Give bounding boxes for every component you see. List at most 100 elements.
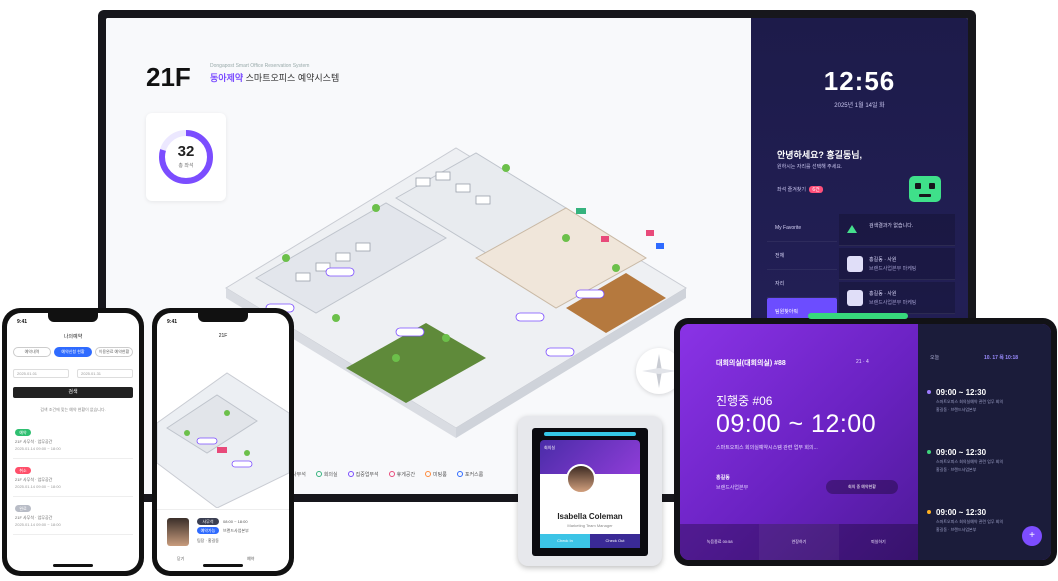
seat-type-badge: 사무석 [197,518,219,525]
slot-dot-icon [927,510,931,514]
access-device: 회의실 Isabella Coleman Marketing Team Mana… [518,416,662,566]
empty-note: 검색 조건에 맞는 예약 현황이 없습니다. [40,407,106,412]
clock: 12:56 [823,66,896,96]
end-recording-button[interactable]: 녹음종료 00:58 [680,524,759,560]
extend-button[interactable]: 연장하기 [759,524,839,560]
schedule-item[interactable]: 09:00 ~ 12:30 스마트오피스 회의실예약 관련 업무 회의 홍길동 … [927,388,1046,413]
seat-photo [167,518,189,546]
system-brand: 동아제약 [210,73,244,83]
status-bar-decor [808,313,908,319]
meeting-status: 진행중 #06 [716,394,773,408]
status-badge: 취소 [15,467,31,474]
status-time: 9:41 [17,319,28,325]
add-reservation-button[interactable]: + [1022,526,1042,546]
list-item[interactable]: 홍길동 · 사원 브랜드사업본부 마케팅 [839,282,955,314]
reserve-button[interactable]: 예약 [247,556,254,562]
legend-item[interactable]: 회의실 [315,471,338,478]
legend-item[interactable]: 포커스룸 [456,471,483,478]
legend-dot-icon [425,471,432,478]
meeting-time: 09:00 ~ 12:00 [716,410,877,438]
page-title: 21F [218,333,228,339]
seat-dept: 브랜드사업본부 [223,528,249,533]
side-menu: My Favorite 전체 자리 팀원찾아줘 [767,214,837,326]
avatar [847,256,863,272]
list-item[interactable]: 완료 21F 사무석 · 업무공간 2025.01.14 09:00 ~ 18:… [13,501,133,535]
schedule-item[interactable]: 09:00 ~ 12:30 스마트오피스 회의실예약 관련 업무 회의 홍길동 … [927,448,1046,473]
slot-dot-icon [927,450,931,454]
home-indicator [203,564,243,567]
greeting-sub: 원하시는 자리를 선택해 주세요. [777,164,843,170]
phone-reservations: 9:41 나의예약 예약내역 예약신청 현황 이용완료 예약현황 2025.01… [2,308,144,576]
favorite-count-badge: 6건 [809,186,823,193]
warning-icon [847,225,857,233]
date-from-field[interactable]: 2025.01.01 [13,369,69,378]
list-item[interactable]: 취소 21F 사무석 · 업무공간 2025.01.14 09:00 ~ 18:… [13,463,133,497]
tab-complete[interactable]: 이용완료 예약현황 [95,347,133,357]
user-name: Isabella Coleman [557,512,623,521]
legend-dot-icon [388,471,395,478]
status-time: 9:41 [167,319,178,325]
menu-all[interactable]: 전체 [767,242,837,270]
list-item[interactable]: 검색결과가 없습니다. [839,214,955,246]
legend-item[interactable]: 휴게공간 [388,471,415,478]
legend-item[interactable]: 집중업무석 [347,471,379,478]
tablet-screen: 대회의실(대회의실) #88 21 · 4 진행중 #06 09:00 ~ 12… [680,324,1051,560]
page-title: 나의예약 [63,334,83,340]
close-button[interactable]: 닫기 [177,556,184,562]
phone-notch [198,313,248,322]
seat-detail-sheet: 사무석 예약가능 08:00 ~ 18:00 브랜드사업본부 팀장 · 홍길동 … [157,509,289,571]
tab-request[interactable]: 예약신청 현황 [54,347,92,357]
seat-status-badge: 예약가능 [197,527,219,534]
room-floor: 21 · 4 [856,359,869,365]
meeting-team: 브랜드사업본부 [716,485,749,491]
schedule-today-label: 오늘 [930,355,940,361]
legend-item[interactable]: 미팅룸 [425,471,447,478]
avatar [847,290,863,306]
list-item[interactable]: 예약 21F 사무석 · 업무공간 2025.01.14 09:00 ~ 18:… [13,425,133,459]
check-in-button[interactable]: Check In [540,534,590,548]
meeting-desc: 스마트오피스 회의실예약시스템 관련 업무 회의... [716,445,818,451]
phone-screen: 9:41 나의예약 예약내역 예약신청 현황 이용완료 예약현황 2025.01… [7,313,139,571]
schedule-panel: 오늘 10. 17 목 10:18 09:00 ~ 12:30 스마트오피스 회… [918,324,1051,560]
avatar [566,464,596,494]
phone-screen: 9:41 21F 사무석 예약가능 08:00 ~ 18:00 브랜드사업본부 … [157,313,289,571]
menu-my-favorite[interactable]: My Favorite [767,214,837,242]
mini-floor-map[interactable] [157,343,289,508]
favorite-list: 검색결과가 없습니다. 홍길동 · 사원 브랜드사업본부 마케팅 홍길동 · 사… [839,214,955,316]
favorite-tag[interactable]: 좌석 즐겨찾기 6건 [777,186,823,193]
status-badge: 예약 [15,429,31,436]
room-name: 대회의실(대회의실) #88 [716,360,786,367]
status-badge: 완료 [15,505,31,512]
legend-dot-icon [456,471,463,478]
product-showcase: 21F Dongapost Smart Office Reservation S… [0,0,1058,581]
greeting: 안녕하세요? 홍길동님, [777,150,863,160]
current-meeting-panel: 대회의실(대회의실) #88 21 · 4 진행중 #06 09:00 ~ 12… [680,324,918,560]
status-light [544,432,636,436]
phone-notch [48,313,98,322]
date-to-field[interactable]: 2025.01.31 [77,369,133,378]
checkout-button[interactable]: 퇴실하기 [839,524,918,560]
check-out-button[interactable]: Check Out [590,534,640,548]
device-header-label: 회의실 [544,445,556,450]
user-role: Marketing Team Manager [567,523,613,528]
system-title: 스마트오피스 예약시스템 [245,73,340,83]
menu-seat[interactable]: 자리 [767,270,837,298]
mascot-icon [909,176,941,202]
tab-bar: 예약내역 예약신청 현황 이용완료 예약현황 [13,347,133,357]
seat-user: 팀장 · 홍길동 [197,538,219,543]
search-button[interactable]: 검색 [13,387,133,398]
system-name-en: Dongapost Smart Office Reservation Syste… [210,63,310,69]
tab-history[interactable]: 예약내역 [13,347,51,357]
list-item[interactable]: 홍길동 · 사원 브랜드사업본부 마케팅 [839,248,955,280]
home-indicator [53,564,93,567]
map-legend: 사무석 회의실 집중업무석 휴게공간 미팅룸 포커스룸 [284,466,483,482]
device-screen: 회의실 Isabella Coleman Marketing Team Mana… [532,428,648,556]
reservation-status-button[interactable]: 회의 중 예약현황 [826,480,898,494]
seat-hours: 08:00 ~ 18:00 [223,519,248,524]
date: 2025년 1월 14일 화 [834,103,885,109]
slot-dot-icon [927,390,931,394]
meeting-room-tablet: 대회의실(대회의실) #88 21 · 4 진행중 #06 09:00 ~ 12… [674,318,1057,566]
meeting-host: 홍길동 [716,475,730,481]
legend-dot-icon [315,471,322,478]
action-bar: 녹음종료 00:58 연장하기 퇴실하기 [680,524,918,560]
